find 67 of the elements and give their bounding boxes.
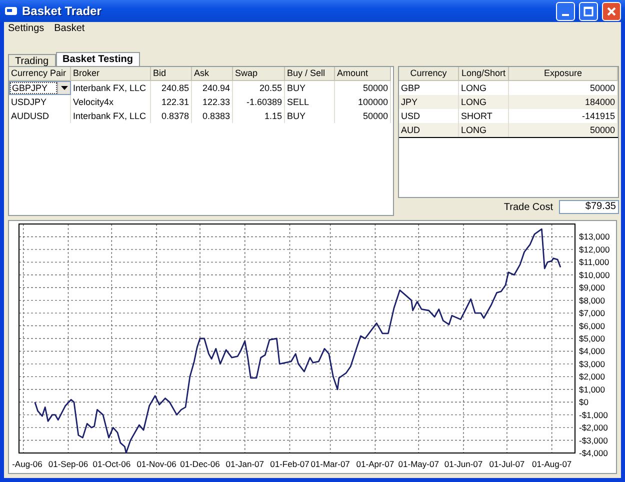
table-cell: 50000 bbox=[335, 109, 391, 123]
y-axis-label: $0 bbox=[579, 397, 588, 408]
x-axis-label: 01-Feb-07 bbox=[270, 459, 310, 469]
x-axis-label: 01-Sep-06 bbox=[48, 459, 88, 469]
table-cell: 50000 bbox=[509, 123, 618, 137]
x-axis-label: -Aug-06 bbox=[12, 459, 42, 469]
column-header[interactable]: Currency bbox=[399, 67, 459, 81]
close-icon bbox=[606, 6, 617, 16]
column-header[interactable]: Exposure bbox=[509, 67, 618, 81]
y-axis-label: $8,000 bbox=[579, 295, 605, 306]
x-axis-label: 01-Oct-06 bbox=[92, 459, 131, 469]
column-header[interactable]: Swap bbox=[233, 67, 285, 81]
maximize-icon bbox=[583, 6, 594, 16]
y-axis-label: $1,000 bbox=[579, 384, 605, 394]
y-axis-label: $7,000 bbox=[579, 308, 605, 318]
window-title: Basket Trader bbox=[22, 4, 102, 18]
app-icon bbox=[4, 5, 18, 17]
x-axis-label: 01-Jun-07 bbox=[444, 459, 483, 469]
caret-icon bbox=[60, 86, 68, 90]
y-axis-label: $6,000 bbox=[579, 320, 605, 331]
y-axis-label: $4,000 bbox=[579, 346, 605, 356]
column-header[interactable]: Amount bbox=[335, 67, 391, 81]
column-header[interactable]: Currency Pair bbox=[9, 67, 71, 81]
y-axis-label: $13,000 bbox=[579, 232, 610, 242]
x-axis-label: 01-Apr-07 bbox=[356, 459, 394, 469]
table-cell: AUD bbox=[399, 123, 459, 137]
tab[interactable]: Basket Testing bbox=[56, 52, 140, 66]
column-header[interactable]: Ask bbox=[192, 67, 233, 81]
table-cell: AUDUSD bbox=[9, 109, 71, 123]
y-axis-label: -$1,000 bbox=[579, 410, 608, 420]
column-header[interactable]: Bid bbox=[151, 67, 192, 81]
table-cell: LONG bbox=[459, 123, 509, 137]
minimize-icon bbox=[562, 14, 569, 16]
x-axis-label: 01-Mar-07 bbox=[310, 459, 350, 469]
x-axis-label: 01-Dec-06 bbox=[180, 459, 220, 469]
y-axis-label: $11,000 bbox=[579, 257, 610, 268]
y-axis-label: $3,000 bbox=[579, 358, 605, 369]
table-cell: BUY bbox=[285, 109, 335, 123]
table-cell: Interbank FX, LLC bbox=[71, 109, 151, 123]
maximize-button[interactable] bbox=[579, 2, 598, 20]
y-axis-label: $10,000 bbox=[579, 270, 610, 280]
column-header[interactable]: Buy / Sell bbox=[285, 67, 335, 81]
x-axis-label: 01-Jul-07 bbox=[489, 459, 525, 469]
x-axis-label: 01-May-07 bbox=[398, 459, 439, 469]
menu-item[interactable]: Settings bbox=[8, 23, 44, 37]
table-cell: 0.8378 bbox=[151, 109, 192, 123]
y-axis-label: $2,000 bbox=[579, 372, 605, 382]
x-axis-label: 01-Jan-07 bbox=[226, 459, 264, 469]
trade-cost-field[interactable]: $79.35 bbox=[559, 200, 619, 214]
trade-cost-label: Trade Cost bbox=[504, 202, 553, 212]
table-cell: 1.15 bbox=[233, 109, 285, 123]
column-header[interactable]: Long/Short bbox=[459, 67, 509, 81]
menu-item[interactable]: Basket bbox=[54, 23, 85, 37]
minimize-button[interactable] bbox=[556, 2, 575, 20]
y-axis-label: $12,000 bbox=[579, 244, 610, 254]
y-axis-label: $5,000 bbox=[579, 334, 605, 344]
column-header[interactable]: Broker bbox=[71, 67, 151, 81]
y-axis-label: $9,000 bbox=[579, 282, 605, 293]
table-cell: 0.8383 bbox=[192, 109, 233, 123]
x-axis-label: 01-Aug-07 bbox=[532, 459, 572, 469]
y-axis-label: -$3,000 bbox=[579, 435, 608, 446]
tab[interactable]: Trading bbox=[8, 54, 56, 66]
currency-dropdown[interactable]: GBPJPY bbox=[9, 81, 71, 95]
close-button[interactable] bbox=[602, 2, 621, 20]
x-axis-label: 01-Nov-06 bbox=[136, 459, 176, 469]
y-axis-label: -$4,000 bbox=[579, 448, 608, 458]
y-axis-label: -$2,000 bbox=[579, 422, 608, 433]
